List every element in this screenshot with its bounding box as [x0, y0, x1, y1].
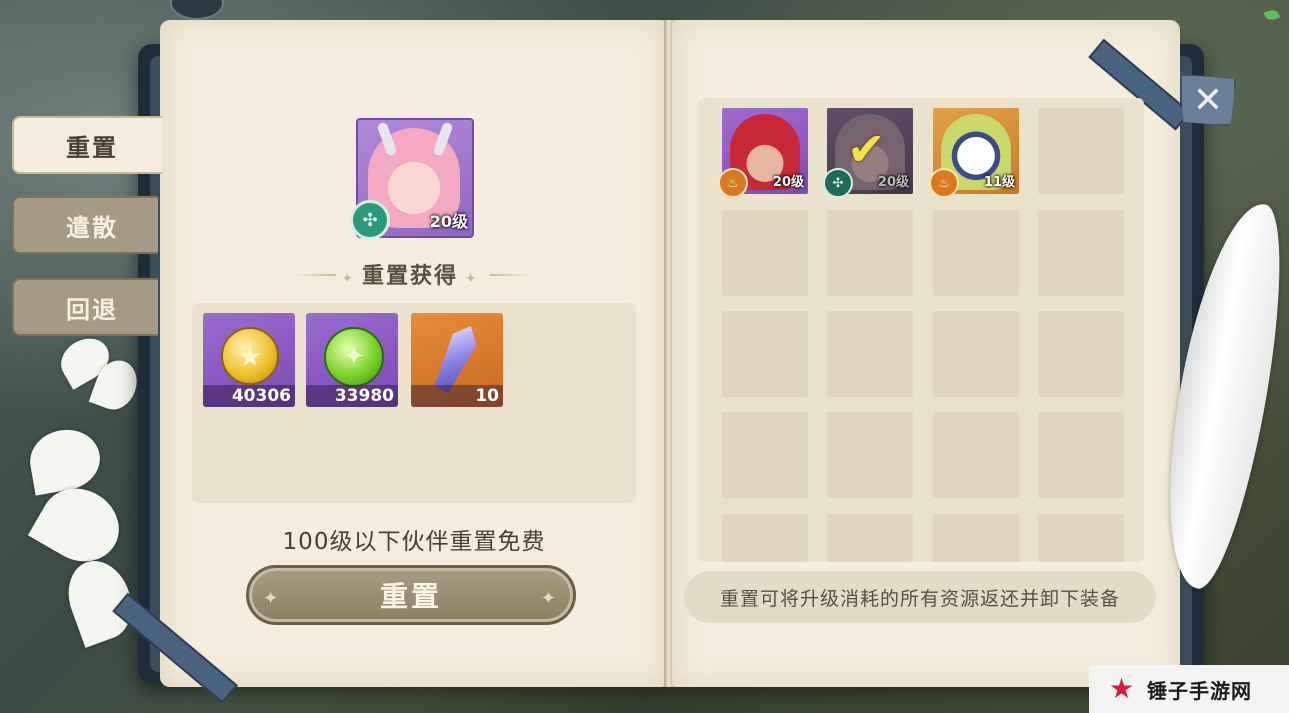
empty-roster-slot — [1038, 412, 1124, 498]
empty-roster-slot — [722, 412, 808, 498]
empty-roster-slot — [933, 412, 1019, 498]
sparkle-icon: ✦ — [341, 271, 362, 287]
hero-level: 11级 — [983, 175, 1015, 190]
checkmark-icon: ✔ — [847, 122, 886, 176]
reward-item[interactable]: 10 — [411, 313, 503, 407]
empty-roster-slot — [1038, 210, 1124, 296]
empty-roster-slot — [827, 210, 913, 296]
tab-label: 遣散 — [66, 213, 118, 242]
sparkle-icon: ✦ — [263, 588, 282, 609]
watermark: ★ 锤子手游网 — [1089, 665, 1289, 713]
empty-roster-slot — [827, 514, 913, 562]
fire-icon: ♨ — [718, 168, 748, 198]
close-button[interactable]: ✕ — [1180, 74, 1236, 126]
empty-roster-slot — [933, 514, 1019, 562]
empty-roster-slot — [933, 311, 1019, 397]
close-icon: ✕ — [1192, 79, 1224, 121]
reset-button[interactable]: ✦ 重置 ✦ — [246, 565, 576, 625]
empty-roster-slot — [827, 412, 913, 498]
empty-roster-slot — [1038, 514, 1124, 562]
watermark-logo-icon: ★ — [1109, 672, 1135, 705]
reward-title-text: 重置获得 — [361, 264, 458, 289]
hero-level: 20级 — [429, 212, 468, 231]
empty-roster-slot — [827, 311, 913, 397]
reward-item[interactable]: ★ 40306 — [203, 313, 295, 407]
fire-icon: ♨ — [929, 168, 959, 198]
reset-tip: 重置可将升级消耗的所有资源返还并卸下装备 — [684, 571, 1156, 623]
reward-count: 33980 — [306, 385, 398, 407]
reward-count: 10 — [411, 385, 503, 407]
wind-icon: ✣ — [823, 168, 853, 198]
reward-count: 40306 — [203, 385, 295, 407]
wind-icon: ✣ — [350, 200, 390, 240]
reward-item[interactable]: ✦ 33980 — [306, 313, 398, 407]
tab-rollback[interactable]: 回退 — [12, 278, 158, 336]
gold-coin-icon: ★ — [221, 327, 279, 385]
tab-dismiss[interactable]: 遣散 — [12, 196, 158, 254]
hero-level: 20级 — [772, 175, 804, 190]
empty-roster-slot — [722, 311, 808, 397]
hero-level: 20级 — [877, 175, 909, 190]
empty-roster-slot — [722, 210, 808, 296]
empty-roster-slot — [1038, 108, 1124, 194]
divider — [490, 274, 530, 276]
empty-roster-slot — [722, 514, 808, 562]
green-exp-orb-icon: ✦ — [324, 327, 384, 387]
watermark-text: 锤子手游网 — [1147, 678, 1252, 703]
tab-label: 重置 — [66, 133, 118, 162]
tab-reset[interactable]: 重置 — [12, 116, 162, 174]
empty-roster-slot — [1038, 311, 1124, 397]
tab-label: 回退 — [66, 295, 118, 324]
sparkle-icon: ✦ — [458, 271, 479, 287]
reset-button-label: 重置 — [379, 580, 442, 613]
sparkle-icon: ✦ — [540, 588, 559, 609]
free-reset-note: 100级以下伙伴重置免费 — [282, 529, 546, 555]
empty-roster-slot — [933, 210, 1019, 296]
